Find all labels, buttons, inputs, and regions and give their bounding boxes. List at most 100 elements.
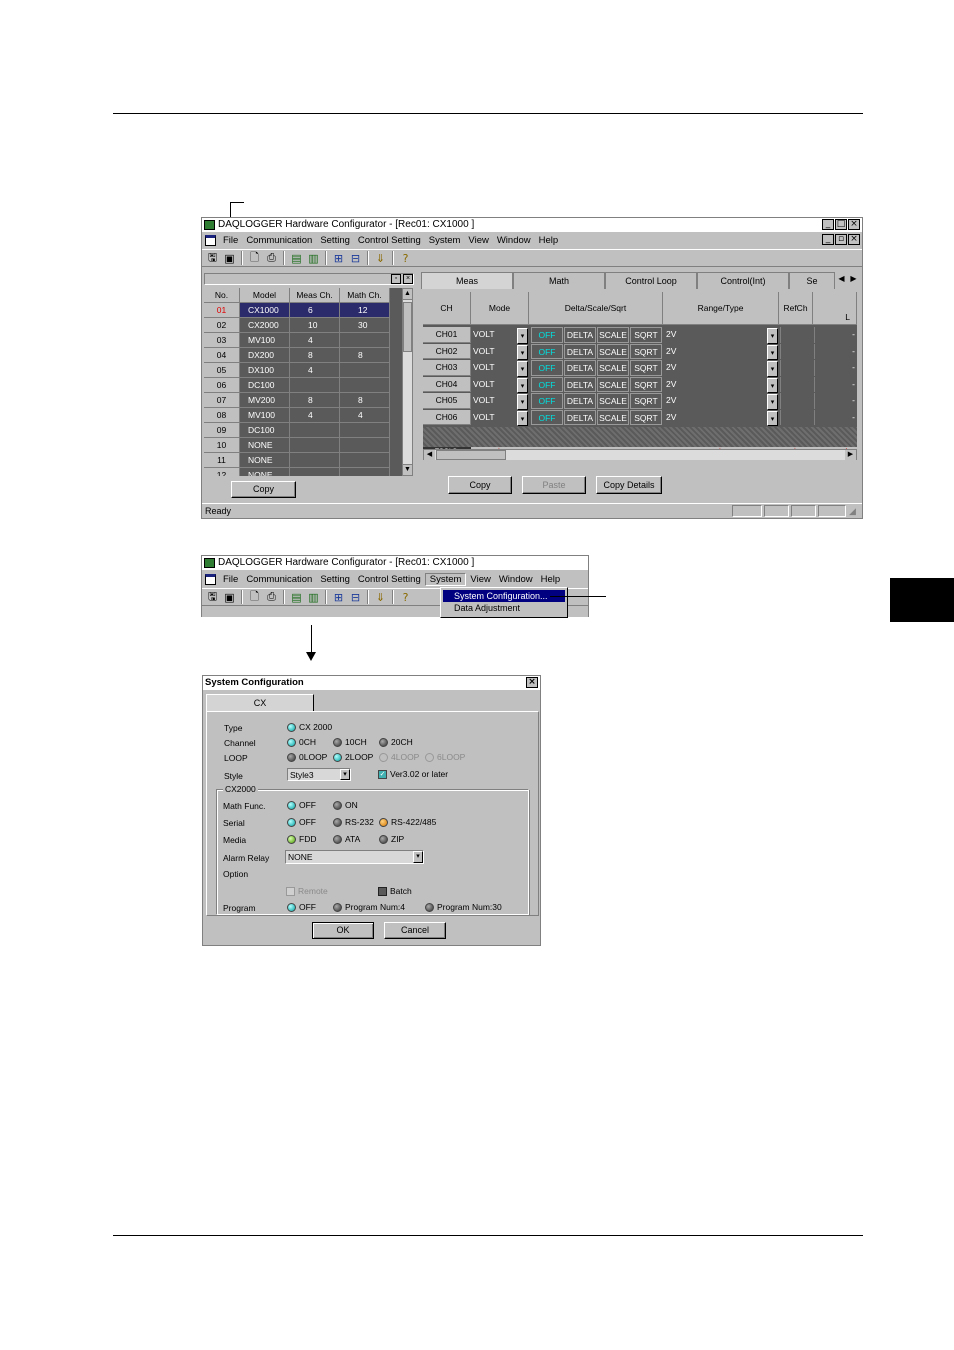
scroll-thumb[interactable] [403,302,412,352]
horizontal-scrollbar[interactable]: ◀ ▶ [423,449,857,460]
menu-window[interactable]: Window [493,235,535,246]
grid-cell[interactable]: 12 [340,303,390,318]
help-icon[interactable]: ? [398,590,413,605]
grid-cell[interactable] [340,453,390,468]
math-radio-on[interactable]: ON [333,800,358,810]
column-header[interactable]: Delta/Scale/Sqrt [529,292,663,325]
delta-toggle[interactable]: DELTA [564,343,596,359]
tab-control-int[interactable]: Control(Int) [697,272,789,289]
refch-cell[interactable] [780,409,813,425]
scale-toggle[interactable]: SCALE [597,343,629,359]
column-header[interactable]: Range/Type [663,292,779,325]
pane-close-button[interactable]: × [403,274,413,284]
media-radio-ata[interactable]: ATA [333,834,360,844]
grid-cell[interactable]: 8 [290,348,340,363]
chevron-down-icon[interactable]: ▾ [767,361,778,377]
connect-icon[interactable]: ⊟ [348,590,363,605]
mode-cell[interactable]: VOLT [471,393,517,409]
grid-cell[interactable]: MV200 [240,393,290,408]
connect-icon[interactable]: ⊟ [348,251,363,266]
tab-scroll-left[interactable]: ◀ [836,273,847,285]
grid-cell[interactable]: 10 [290,318,340,333]
column-header[interactable]: RefCh [779,292,813,325]
menu-setting[interactable]: Setting [316,235,354,246]
chevron-down-icon[interactable]: ▾ [340,769,350,780]
media-radio-fdd[interactable]: FDD [287,834,316,844]
channel-label[interactable]: CH04 [423,376,471,392]
extra-cell[interactable]: - [814,376,857,392]
menu-system[interactable]: System [424,572,467,586]
save-all-icon[interactable]: ▣ [222,590,237,605]
loop-radio-4loop[interactable]: 4LOOP [379,752,419,762]
resize-grip-icon[interactable]: ◢ [849,506,856,517]
minimize-button[interactable]: _ [822,219,834,230]
pane-restore-button[interactable]: ▫ [391,274,401,284]
program-radio-30[interactable]: Program Num:30 [425,902,502,912]
delta-toggle[interactable]: DELTA [564,327,596,343]
menu-file[interactable]: File [219,235,242,246]
tab-se[interactable]: Se [789,272,835,289]
grid-cell[interactable]: DC100 [240,423,290,438]
chevron-down-icon[interactable]: ▾ [517,394,528,410]
receive-icon[interactable]: ▤ [289,251,304,266]
mode-cell[interactable]: VOLT [471,343,517,359]
range-cell[interactable]: 2V [664,327,768,343]
delta-toggle[interactable]: DELTA [564,360,596,376]
loop-radio-2loop[interactable]: 2LOOP [333,752,373,762]
range-cell[interactable]: 2V [664,360,768,376]
channel-label[interactable]: CH05 [423,393,471,409]
column-header[interactable]: Math Ch. [340,288,390,303]
grid-cell[interactable]: 8 [340,393,390,408]
scale-toggle[interactable]: SCALE [597,409,629,425]
off-toggle[interactable]: OFF [531,343,563,359]
scroll-right-arrow[interactable]: ▶ [845,450,856,460]
channel-label[interactable]: CH02 [423,343,471,359]
menu-control-setting[interactable]: Control Setting [354,574,425,585]
document-icon[interactable] [205,234,216,246]
serial-radio-off[interactable]: OFF [287,817,316,827]
grid-cell[interactable]: DX200 [240,348,290,363]
extra-cell[interactable]: - [814,327,857,343]
sqrt-toggle[interactable]: SQRT [630,343,662,359]
off-toggle[interactable]: OFF [531,409,563,425]
column-header[interactable]: CH [423,292,471,325]
save-icon[interactable]: 🖫 [205,590,220,605]
left-copy-button[interactable]: Copy [231,481,296,498]
row-number[interactable]: 04 [204,348,240,363]
sqrt-toggle[interactable]: SQRT [630,327,662,343]
download-icon[interactable]: ⇓ [373,590,388,605]
grid-cell[interactable]: MV100 [240,333,290,348]
print-icon[interactable]: ⎙ [264,590,279,605]
serial-radio-rs232[interactable]: RS-232 [333,817,374,827]
mode-cell[interactable]: VOLT [471,327,517,343]
sqrt-toggle[interactable]: SQRT [630,409,662,425]
grid-cell[interactable]: DX100 [240,363,290,378]
menu-view[interactable]: View [466,574,494,585]
copy-details-button[interactable]: Copy Details [596,476,662,494]
channel-radio-10ch[interactable]: 10CH [333,737,367,747]
doc-restore-button[interactable]: ▫ [835,234,847,245]
ok-button[interactable]: OK [312,922,374,939]
dialog-close-button[interactable]: × [526,677,538,688]
menu-help[interactable]: Help [535,235,563,246]
delta-toggle[interactable]: DELTA [564,409,596,425]
tab-meas[interactable]: Meas [421,272,513,289]
channel-radio-0ch[interactable]: 0CH [287,737,316,747]
row-number[interactable]: 11 [204,453,240,468]
range-cell[interactable]: 2V [664,343,768,359]
row-number[interactable]: 02 [204,318,240,333]
refch-cell[interactable] [780,393,813,409]
refch-cell[interactable] [780,327,813,343]
document-icon[interactable] [205,573,216,585]
grid-cell[interactable]: 4 [290,363,340,378]
receive-icon[interactable]: ▤ [289,590,304,605]
remote-checkbox[interactable]: Remote [286,886,328,896]
sqrt-toggle[interactable]: SQRT [630,393,662,409]
ver-checkbox[interactable]: ✓ Ver3.02 or later [378,769,448,779]
column-header[interactable]: Mode [471,292,529,325]
tab-control-loop[interactable]: Control Loop [605,272,697,289]
grid-cell[interactable]: 30 [340,318,390,333]
scale-toggle[interactable]: SCALE [597,393,629,409]
download-icon[interactable]: ⇓ [373,251,388,266]
menu-control-setting[interactable]: Control Setting [354,235,425,246]
